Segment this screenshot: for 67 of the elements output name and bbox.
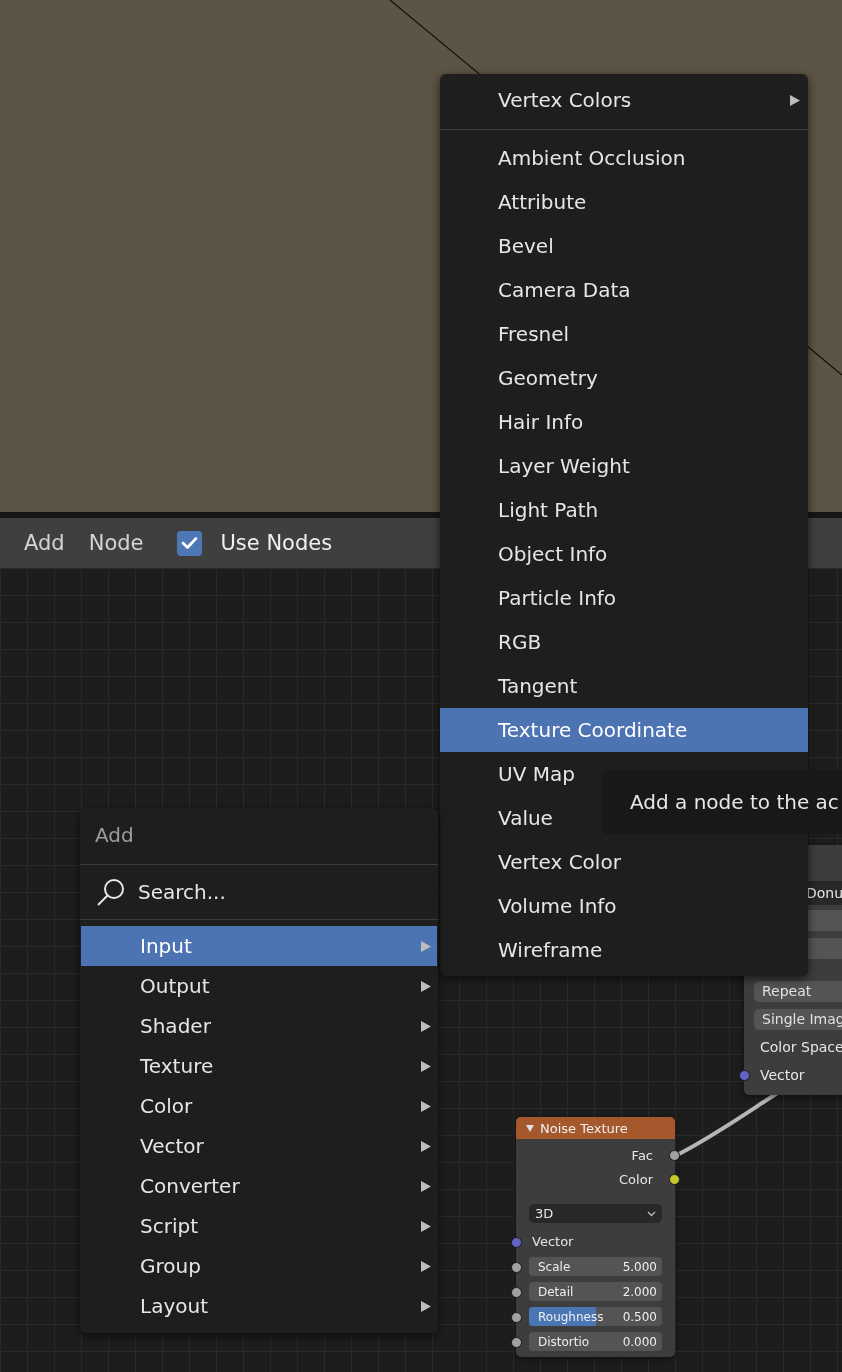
submenu-arrow-icon bbox=[421, 1060, 431, 1072]
header-menu[interactable]: Add bbox=[24, 531, 65, 555]
menu-item[interactable]: Input bbox=[81, 926, 437, 966]
menu-item[interactable]: Ambient Occlusion bbox=[440, 136, 808, 180]
menu-item[interactable]: Texture Coordinate bbox=[440, 708, 808, 752]
number-field[interactable]: Scale 5.000 bbox=[529, 1257, 662, 1276]
color-space-label: Color Space bbox=[759, 1039, 842, 1055]
menu-item[interactable]: Group bbox=[81, 1246, 437, 1286]
menu-item[interactable]: Output bbox=[81, 966, 437, 1006]
submenu-arrow-icon bbox=[421, 940, 431, 952]
menu-item[interactable]: Volume Info bbox=[440, 884, 808, 928]
dimension-dropdown[interactable]: 3D bbox=[529, 1204, 662, 1223]
header-menu[interactable]: Node bbox=[88, 531, 144, 555]
menu-item[interactable]: Vertex Color bbox=[440, 840, 808, 884]
menu-item[interactable]: Attribute bbox=[440, 180, 808, 224]
collapse-icon[interactable] bbox=[526, 1124, 534, 1132]
dropdown[interactable]: Repeat bbox=[754, 980, 842, 1002]
socket-icon[interactable] bbox=[511, 1311, 522, 1323]
menu-item[interactable]: Tangent bbox=[440, 664, 808, 708]
check-icon bbox=[181, 536, 199, 550]
socket-icon[interactable] bbox=[511, 1261, 522, 1273]
tooltip: Add a node to the ac bbox=[602, 770, 842, 834]
menu-title: Add bbox=[95, 823, 134, 847]
socket-icon[interactable] bbox=[511, 1336, 522, 1348]
menu-item[interactable]: RGB bbox=[440, 620, 808, 664]
submenu-arrow-icon bbox=[421, 1180, 431, 1192]
node-title: Noise Texture bbox=[540, 1120, 628, 1136]
menu-item[interactable]: Converter bbox=[81, 1166, 437, 1206]
socket-label: Fac bbox=[631, 1147, 653, 1163]
menu-item[interactable]: Color bbox=[81, 1086, 437, 1126]
submenu-arrow-icon bbox=[421, 1140, 431, 1152]
number-field[interactable]: Distortio 0.000 bbox=[529, 1332, 662, 1351]
menu-item[interactable]: Particle Info bbox=[440, 576, 808, 620]
menu-item[interactable]: Geometry bbox=[440, 356, 808, 400]
socket-label: Color bbox=[619, 1171, 653, 1187]
submenu-arrow-icon bbox=[421, 1260, 431, 1272]
search-icon bbox=[96, 877, 126, 907]
menu-item[interactable]: Light Path bbox=[440, 488, 808, 532]
menu-item[interactable]: Hair Info bbox=[440, 400, 808, 444]
menu-item[interactable]: Layer Weight bbox=[440, 444, 808, 488]
menu-item[interactable]: Vertex Colors bbox=[440, 78, 808, 122]
node-header[interactable]: Noise Texture bbox=[516, 1117, 675, 1139]
checkbox[interactable] bbox=[177, 530, 203, 556]
menu-item[interactable]: Texture bbox=[81, 1046, 437, 1086]
submenu-arrow-icon bbox=[421, 1020, 431, 1032]
checkbox-label[interactable]: Use Nodes bbox=[220, 531, 333, 555]
number-field[interactable]: Detail 2.000 bbox=[529, 1282, 662, 1301]
submenu-arrow-icon bbox=[421, 980, 431, 992]
submenu-arrow-icon bbox=[421, 1300, 431, 1312]
search-item[interactable]: Search... bbox=[138, 880, 226, 904]
menu-item[interactable]: Script bbox=[81, 1206, 437, 1246]
menu-item[interactable]: Bevel bbox=[440, 224, 808, 268]
submenu-arrow-icon bbox=[421, 1220, 431, 1232]
socket-label: Vector bbox=[759, 1067, 805, 1083]
menu-item[interactable]: Shader bbox=[81, 1006, 437, 1046]
chevron-icon bbox=[647, 1210, 656, 1217]
submenu-arrow-icon bbox=[421, 1100, 431, 1112]
menu-item[interactable]: Layout bbox=[81, 1286, 437, 1326]
socket-label: Vector bbox=[531, 1234, 574, 1249]
socket-icon[interactable] bbox=[669, 1150, 680, 1161]
menu-item[interactable]: Fresnel bbox=[440, 312, 808, 356]
socket-icon[interactable] bbox=[511, 1286, 522, 1298]
menu-item[interactable]: Camera Data bbox=[440, 268, 808, 312]
menu-item[interactable]: Object Info bbox=[440, 532, 808, 576]
socket-icon[interactable] bbox=[669, 1174, 680, 1185]
menu-item[interactable]: Vector bbox=[81, 1126, 437, 1166]
menu-item[interactable]: Wireframe bbox=[440, 928, 808, 972]
